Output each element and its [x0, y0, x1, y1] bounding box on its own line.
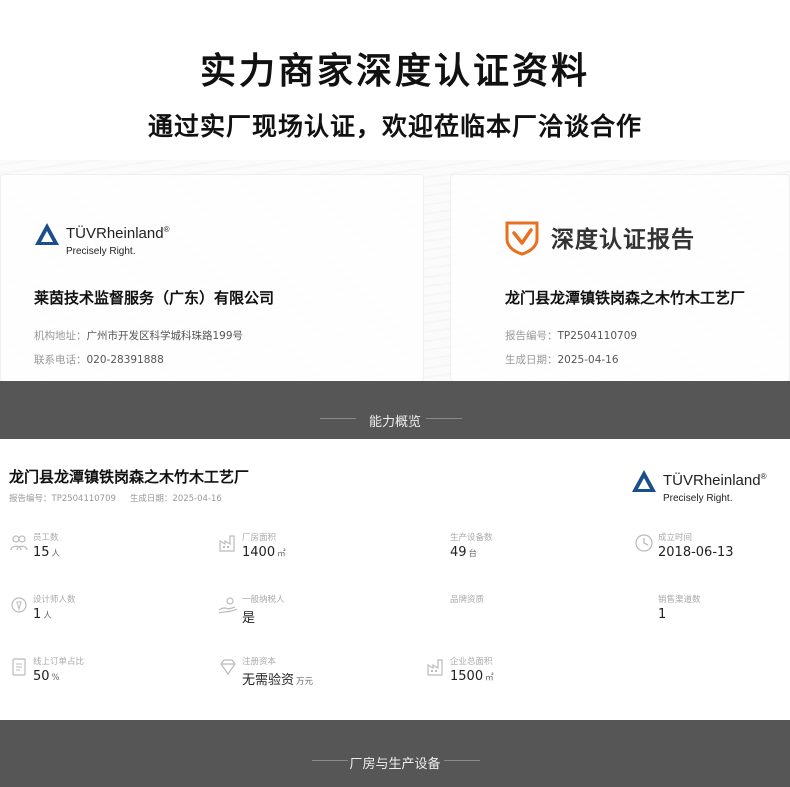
stat-label: 线上订单占比: [33, 657, 85, 667]
certifier-card: TÜVRheinland® Precisely Right. 莱茵技术监督服务（…: [0, 174, 424, 382]
shield-check-icon: [505, 221, 539, 256]
stat-value: 1500: [450, 669, 484, 684]
panel-report-number: 报告编号：TP2504110709: [9, 494, 116, 504]
address-value: 广州市开发区科学城科珠路199号: [86, 330, 244, 342]
factory-icon: [427, 659, 443, 676]
divider-line: [444, 760, 480, 761]
stat-value: 1: [33, 607, 42, 622]
stat-value: 1: [658, 607, 667, 622]
medal-icon: [11, 597, 27, 613]
report-card: 深度认证报告 龙门县龙潭镇铁岗森之木竹木工艺厂 报告编号：TP250411070…: [450, 174, 790, 382]
stat-label: 一般纳税人: [242, 595, 285, 605]
stat-value: 1400: [242, 545, 276, 560]
stat-unit: ㎡: [485, 673, 494, 683]
report-date: 生成日期：2025-04-16: [505, 352, 619, 367]
stat-label: 厂房面积: [242, 533, 277, 543]
page-title: 实力商家深度认证资料: [199, 51, 590, 92]
stat-value: 49: [450, 545, 467, 560]
stat-unit: 人: [43, 611, 52, 621]
report-number-value: TP2504110709: [557, 330, 638, 342]
stat-unit: 台: [468, 549, 478, 559]
stat-label: 企业总面积: [450, 657, 493, 667]
stat-label: 成立时间: [658, 533, 693, 543]
report-number: 报告编号：TP2504110709: [505, 328, 637, 343]
section-band-capability: 能力概览: [0, 381, 790, 439]
stat-unit: 万元: [296, 677, 314, 687]
hand-coin-icon: [218, 597, 238, 614]
tuv-tagline: Precisely Right.: [663, 493, 733, 504]
certifier-name: 莱茵技术监督服务（广东）有限公司: [34, 289, 275, 307]
tuv-name: TÜVRheinland: [66, 225, 164, 242]
phone-label: 联系电话：: [34, 354, 87, 366]
stat-value: 50: [33, 669, 50, 684]
stat-unit: ㎡: [277, 549, 286, 559]
people-icon: [10, 535, 28, 551]
stat-unit: 人: [51, 549, 61, 559]
section-band-factory: 厂房与生产设备: [0, 720, 790, 787]
stat-label: 品牌资质: [450, 595, 485, 605]
factory-icon: [219, 535, 235, 552]
address-label: 机构地址：: [34, 330, 87, 342]
stat-label: 设计师人数: [33, 595, 76, 605]
panel-date: 生成日期：2025-04-16: [129, 494, 222, 504]
divider-line: [426, 418, 462, 419]
factory-name: 龙门县龙潭镇铁岗森之木竹木工艺厂: [505, 289, 746, 307]
stat-label: 注册资本: [242, 657, 277, 667]
report-number-label: 报告编号：: [505, 330, 558, 342]
tuv-triangle-icon: [35, 223, 59, 245]
stat-label: 员工数: [33, 533, 59, 543]
tuv-registered: ®: [760, 472, 767, 481]
capability-panel: 龙门县龙潭镇铁岗森之木竹木工艺厂 报告编号：TP2504110709 生成日期：2…: [0, 439, 790, 720]
diamond-icon: [220, 659, 236, 676]
panel-meta: 报告编号：TP2504110709 生成日期：2025-04-16: [9, 492, 222, 504]
page-header: 实力商家深度认证资料 通过实厂现场认证，欢迎莅临本厂洽谈合作: [0, 0, 790, 160]
page-subtitle: 通过实厂现场认证，欢迎莅临本厂洽谈合作: [147, 112, 642, 141]
document-icon: [12, 658, 26, 676]
stat-value: 无需验资: [242, 673, 295, 688]
stat-label: 生产设备数: [450, 533, 493, 543]
tuv-tagline: Precisely Right.: [66, 246, 136, 257]
panel-company-name: 龙门县龙潭镇铁岗森之木竹木工艺厂: [9, 468, 250, 486]
report-date-label: 生成日期：: [505, 354, 558, 366]
tuv-logo: TÜVRheinland® Precisely Right.: [631, 469, 766, 504]
tuv-logo: TÜVRheinland® Precisely Right.: [34, 222, 169, 257]
stat-value: 15: [33, 545, 50, 560]
tuv-name: TÜVRheinland: [663, 472, 761, 489]
stat-value: 2018-06-13: [658, 545, 734, 560]
stat-label: 销售渠道数: [658, 595, 701, 605]
clock-icon: [635, 534, 653, 552]
tuv-registered: ®: [163, 225, 170, 234]
report-title: 深度认证报告: [551, 227, 695, 253]
stat-value: 是: [242, 611, 256, 626]
stat-unit: %: [51, 673, 60, 683]
report-date-value: 2025-04-16: [557, 354, 619, 366]
report-logo: 深度认证报告: [503, 218, 695, 256]
section-title-factory: 厂房与生产设备: [349, 757, 441, 772]
phone-value: 020-28391888: [86, 354, 164, 366]
certifier-address: 机构地址：广州市开发区科学城科珠路199号: [34, 328, 243, 343]
certifier-phone: 联系电话：020-28391888: [34, 352, 164, 367]
tuv-triangle-icon: [632, 470, 656, 492]
section-title-capability: 能力概览: [368, 415, 421, 430]
